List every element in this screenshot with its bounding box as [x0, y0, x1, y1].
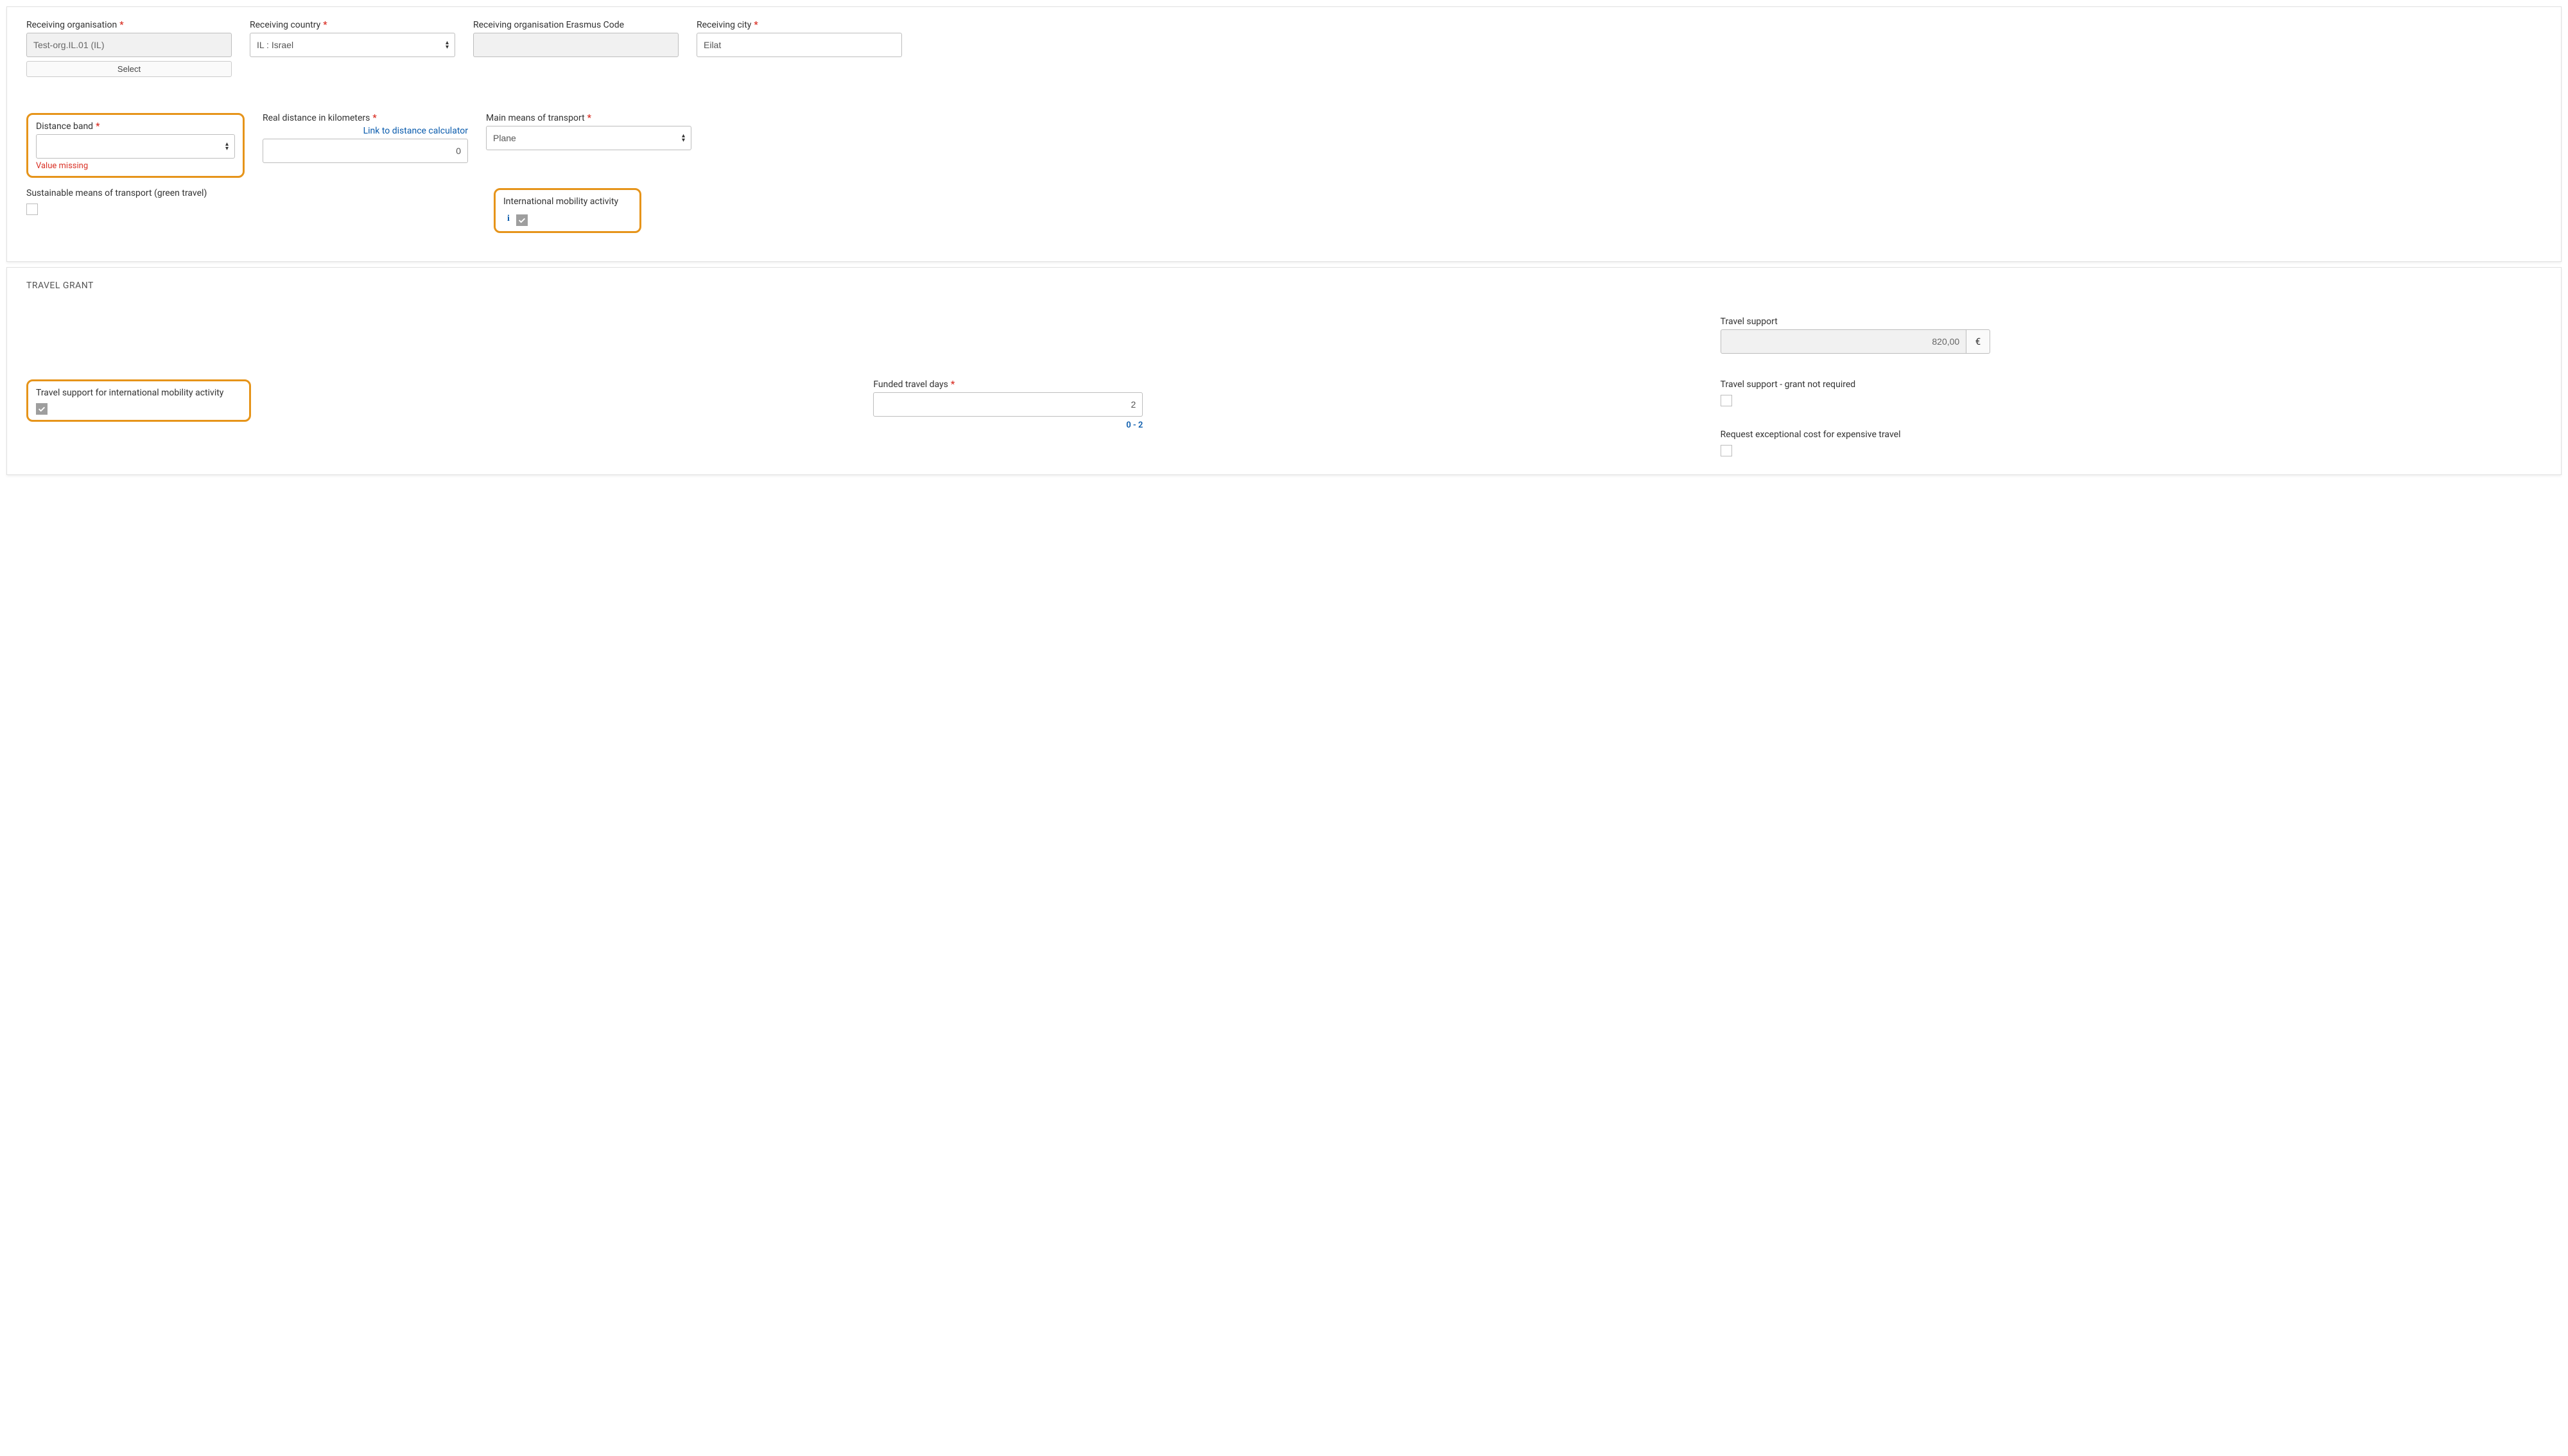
select-button[interactable]: Select	[26, 61, 232, 77]
info-icon[interactable]: i	[503, 214, 514, 224]
label-text: Main means of transport	[486, 113, 585, 123]
link-distance-calculator[interactable]: Link to distance calculator	[363, 126, 468, 136]
label-text: Receiving city	[697, 20, 751, 30]
label-receiving-city: Receiving city *	[697, 20, 902, 30]
currency-addon: €	[1966, 329, 1990, 354]
label-text: Distance band	[36, 121, 93, 132]
field-funded-days: Funded travel days * 0 - 2	[873, 379, 1143, 430]
label-travel-support: Travel support	[1721, 316, 1990, 327]
label-text: Receiving organisation	[26, 20, 117, 30]
label-transport: Main means of transport *	[486, 113, 691, 123]
required-icon: *	[372, 113, 376, 123]
field-erasmus-code: Receiving organisation Erasmus Code	[473, 20, 679, 57]
input-travel-support	[1721, 329, 1967, 354]
required-icon: *	[323, 20, 327, 30]
field-receiving-org: Receiving organisation * Select	[26, 20, 232, 77]
receiving-info-panel: Receiving organisation * Select Receivin…	[6, 6, 2562, 262]
field-distance-band: Distance band * Value missing	[36, 121, 235, 171]
label-text: Travel support - grant not required	[1721, 379, 1856, 390]
label-text: Receiving organisation Erasmus Code	[473, 20, 624, 30]
required-icon: *	[587, 113, 591, 123]
label-receiving-org: Receiving organisation *	[26, 20, 232, 30]
label-exceptional-cost: Request exceptional cost for expensive t…	[1721, 429, 1990, 440]
field-receiving-country: Receiving country *	[250, 20, 455, 57]
input-funded-days[interactable]	[873, 392, 1143, 417]
checkbox-grant-not-required[interactable]	[1721, 395, 1732, 406]
required-icon: *	[119, 20, 123, 30]
section-title-travel-grant: TRAVEL GRANT	[26, 281, 2542, 291]
field-real-distance: Real distance in kilometers * Link to di…	[263, 113, 468, 163]
label-grant-not-required: Travel support - grant not required	[1721, 379, 1990, 390]
label-text: Sustainable means of transport (green tr…	[26, 188, 207, 198]
input-real-distance[interactable]	[263, 139, 468, 163]
field-grant-not-required: Travel support - grant not required	[1721, 379, 1990, 406]
label-intl-mobility: International mobility activity	[503, 196, 632, 207]
label-text: International mobility activity	[503, 196, 618, 207]
label-text: Request exceptional cost for expensive t…	[1721, 429, 1901, 440]
label-erasmus-code: Receiving organisation Erasmus Code	[473, 20, 679, 30]
range-hint: 0 - 2	[1126, 420, 1143, 430]
intl-mobility-controls: i	[503, 212, 632, 226]
select-receiving-country[interactable]	[250, 33, 455, 57]
label-text: Travel support for international mobilit…	[36, 388, 223, 398]
label-travel-support-intl: Travel support for international mobilit…	[36, 388, 241, 398]
grid-cell-right-column: Travel support - grant not required Requ…	[1721, 379, 2542, 456]
required-icon: *	[96, 121, 100, 132]
label-text: Receiving country	[250, 20, 320, 30]
label-real-distance: Real distance in kilometers *	[263, 113, 468, 123]
checkbox-exceptional-cost[interactable]	[1721, 445, 1732, 456]
check-icon	[37, 404, 46, 413]
field-transport: Main means of transport *	[486, 113, 691, 150]
row-distance: Distance band * Value missing Real dista…	[26, 113, 2542, 178]
error-distance-band: Value missing	[36, 161, 235, 171]
field-intl-mobility: International mobility activity i	[503, 196, 632, 226]
highlight-intl-mobility: International mobility activity i	[494, 188, 641, 233]
label-sustainable: Sustainable means of transport (green tr…	[26, 188, 476, 198]
check-icon	[517, 216, 526, 225]
input-receiving-city[interactable]	[697, 33, 902, 57]
select-distance-band[interactable]	[36, 134, 235, 159]
label-funded-days: Funded travel days *	[873, 379, 1143, 390]
checkbox-sustainable[interactable]	[26, 204, 38, 215]
travel-grant-panel: TRAVEL GRANT Travel support € Travel sup…	[6, 267, 2562, 475]
select-value[interactable]	[36, 134, 235, 159]
label-distance-band: Distance band *	[36, 121, 235, 132]
field-sustainable: Sustainable means of transport (green tr…	[26, 188, 476, 215]
label-text: Funded travel days	[873, 379, 948, 390]
highlight-distance-band: Distance band * Value missing	[26, 113, 245, 178]
row-receiving: Receiving organisation * Select Receivin…	[26, 20, 2542, 77]
label-text: Real distance in kilometers	[263, 113, 370, 123]
checkbox-intl-mobility	[516, 214, 528, 226]
label-text: Travel support	[1721, 316, 1778, 327]
required-icon: *	[754, 20, 758, 30]
required-icon: *	[951, 379, 955, 390]
field-receiving-city: Receiving city *	[697, 20, 902, 57]
currency-wrap: €	[1721, 329, 1990, 354]
highlight-travel-support-intl: Travel support for international mobilit…	[26, 379, 251, 422]
select-value[interactable]	[486, 126, 691, 150]
field-travel-support: Travel support €	[1721, 316, 1990, 354]
select-transport[interactable]	[486, 126, 691, 150]
input-receiving-org	[26, 33, 232, 57]
row-sustainable-intl: Sustainable means of transport (green tr…	[26, 188, 2542, 233]
grant-grid: Travel support € Travel support for inte…	[26, 316, 2542, 456]
checkbox-travel-support-intl	[36, 403, 48, 415]
label-receiving-country: Receiving country *	[250, 20, 455, 30]
input-erasmus-code	[473, 33, 679, 57]
select-value[interactable]	[250, 33, 455, 57]
field-exceptional-cost: Request exceptional cost for expensive t…	[1721, 429, 1990, 456]
